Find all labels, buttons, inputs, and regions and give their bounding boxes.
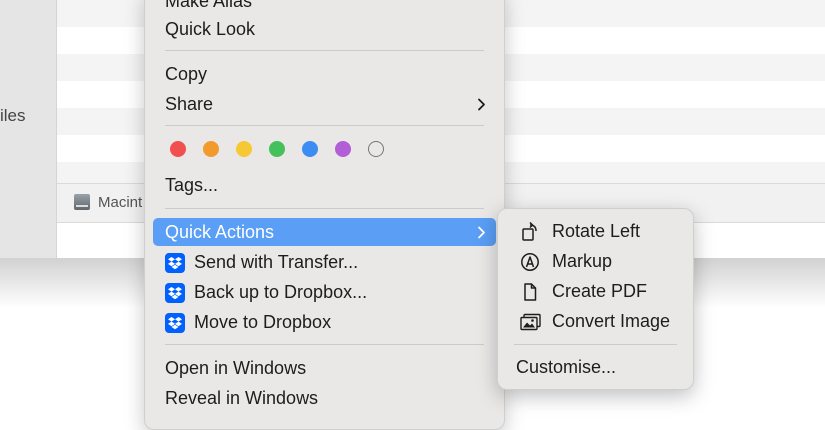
submenu-item-label: Markup xyxy=(552,251,613,271)
context-menu: Make Alias Quick Look Copy Share Tags...… xyxy=(144,0,505,430)
submenu-item-markup[interactable]: Markup xyxy=(506,247,685,275)
tag-yellow-swatch[interactable] xyxy=(236,141,252,157)
menu-item-backup-to-dropbox[interactable]: Back up to Dropbox... xyxy=(153,278,496,306)
menu-separator xyxy=(165,344,484,345)
menu-item-send-with-transfer[interactable]: Send with Transfer... xyxy=(153,248,496,276)
dropbox-icon xyxy=(165,313,185,333)
tag-red-swatch[interactable] xyxy=(170,141,186,157)
markup-icon xyxy=(520,252,540,272)
submenu-item-create-pdf[interactable]: Create PDF xyxy=(506,277,685,305)
menu-item-label: Quick Actions xyxy=(165,222,275,242)
submenu-separator xyxy=(514,344,677,345)
menu-item-quick-look[interactable]: Quick Look xyxy=(153,15,496,43)
tag-none-swatch[interactable] xyxy=(368,141,384,157)
menu-item-move-to-dropbox[interactable]: Move to Dropbox xyxy=(153,308,496,336)
dropbox-icon xyxy=(165,253,185,273)
dropbox-icon xyxy=(165,283,185,303)
submenu-item-label: Create PDF xyxy=(552,281,648,301)
menu-item-label: Send with Transfer... xyxy=(194,252,359,272)
submenu-item-label: Rotate Left xyxy=(552,221,641,241)
menu-item-share[interactable]: Share xyxy=(153,90,496,118)
tag-green-swatch[interactable] xyxy=(269,141,285,157)
menu-item-copy[interactable]: Copy xyxy=(153,60,496,88)
sidebar-item-files[interactable]: iles xyxy=(0,106,26,126)
menu-item-label: Move to Dropbox xyxy=(194,312,332,332)
submenu-item-label: Convert Image xyxy=(552,311,671,331)
submenu-item-convert-image[interactable]: Convert Image xyxy=(506,307,685,335)
menu-item-label: Share xyxy=(165,94,214,114)
menu-separator xyxy=(165,50,484,51)
tag-orange-swatch[interactable] xyxy=(203,141,219,157)
tag-purple-swatch[interactable] xyxy=(335,141,351,157)
rotate-left-icon xyxy=(520,221,540,242)
hard-disk-icon xyxy=(74,194,90,210)
menu-item-label: Back up to Dropbox... xyxy=(194,282,368,302)
menu-separator xyxy=(165,208,484,209)
tag-blue-swatch[interactable] xyxy=(302,141,318,157)
menu-item-open-in-windows[interactable]: Open in Windows xyxy=(153,354,496,382)
submenu-item-rotate-left[interactable]: Rotate Left xyxy=(506,217,685,245)
quick-actions-submenu: Rotate Left Markup Create PDF Convert Im… xyxy=(497,208,694,390)
finder-sidebar: iles xyxy=(0,0,57,258)
menu-item-quick-actions[interactable]: Quick Actions xyxy=(153,218,496,246)
path-bar-disk-label[interactable]: Macint xyxy=(98,194,142,211)
menu-separator xyxy=(165,125,484,126)
document-icon xyxy=(520,282,540,302)
submenu-item-customise[interactable]: Customise... xyxy=(506,353,685,381)
menu-item-tags[interactable]: Tags... xyxy=(153,171,496,199)
menu-item-reveal-in-windows[interactable]: Reveal in Windows xyxy=(153,384,496,412)
photos-icon xyxy=(520,312,541,332)
menu-item-make-alias[interactable]: Make Alias xyxy=(153,0,496,15)
